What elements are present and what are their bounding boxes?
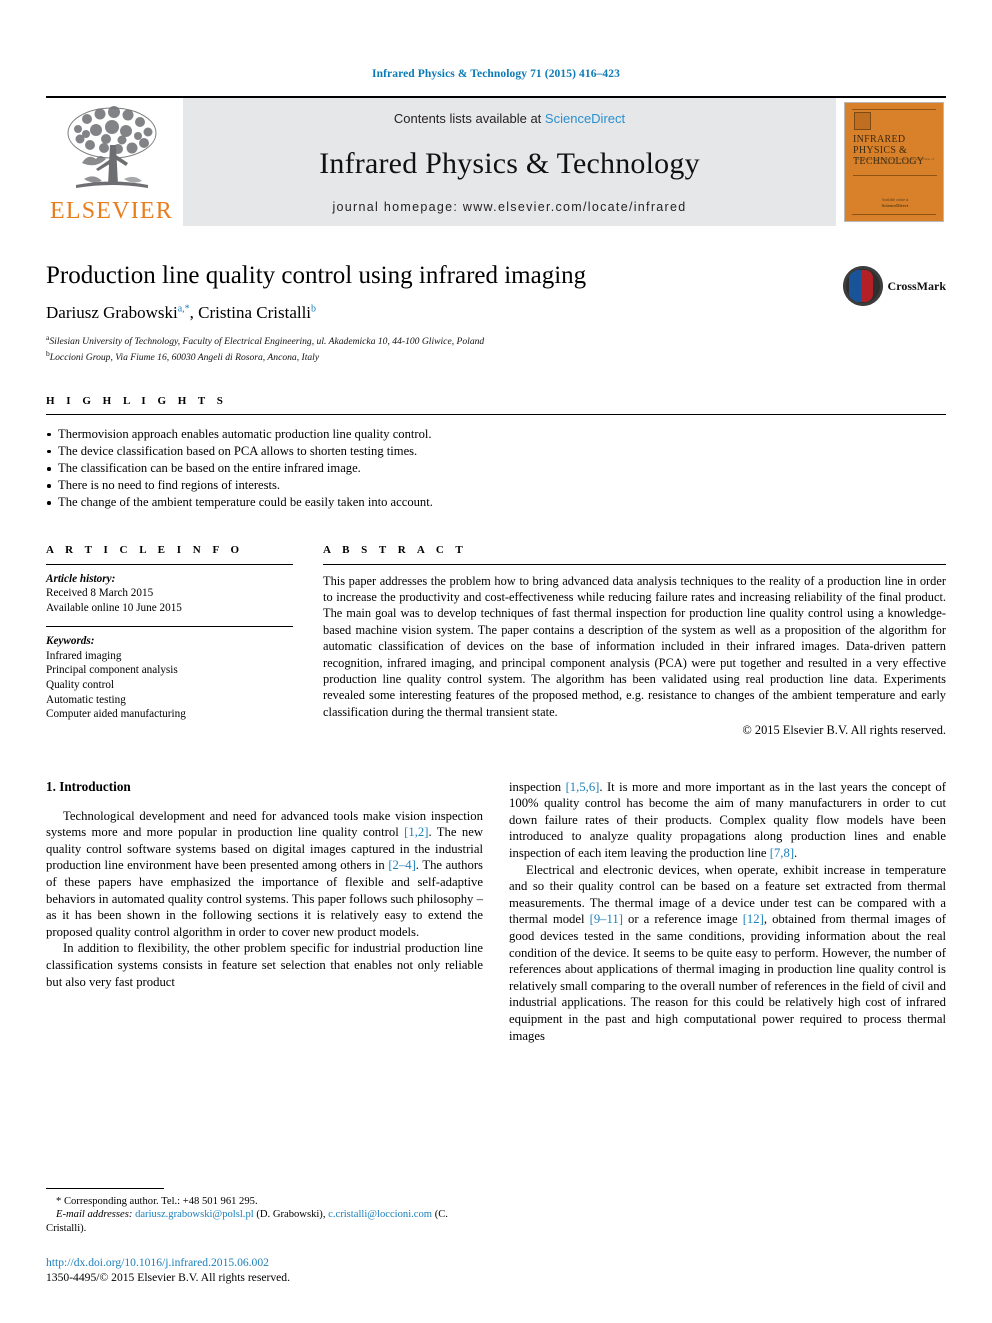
keywords-label: Keywords: bbox=[46, 635, 95, 648]
crossmark-badge[interactable]: CrossMark bbox=[842, 264, 946, 308]
highlights-heading: H I G H L I G H T S bbox=[46, 394, 228, 407]
citation-link[interactable]: [12] bbox=[743, 912, 764, 926]
body-column-left: 1. Introduction Technological developmen… bbox=[46, 779, 483, 1045]
corresponding-author-note: * Corresponding author. Tel.: +48 501 96… bbox=[56, 1195, 258, 1207]
paragraph-text: , obtained from thermal images of good d… bbox=[509, 912, 946, 1043]
journal-cover-thumb: INFRARED PHYSICS & TECHNOLOGY an interna… bbox=[844, 98, 946, 226]
journal-masthead: ELSEVIER Contents lists available at Sci… bbox=[46, 96, 946, 226]
paragraph: In addition to flexibility, the other pr… bbox=[46, 940, 483, 990]
email-label: E-mail addresses: bbox=[56, 1209, 133, 1221]
abstract-text: This paper addresses the problem how to … bbox=[323, 573, 946, 719]
page-title: Production line quality control using in… bbox=[46, 262, 587, 289]
info-abstract-section: A R T I C L E I N F O Article history: R… bbox=[46, 544, 946, 739]
cover-subtitle: an international journal for the science… bbox=[856, 157, 934, 166]
citation-link[interactable]: [1,2] bbox=[404, 825, 428, 839]
doi-link[interactable]: http://dx.doi.org/10.1016/j.infrared.201… bbox=[46, 1255, 483, 1270]
cover-footer: Available online at ScienceDirect bbox=[854, 198, 936, 209]
author-list: Dariusz Grabowskia,*, Cristina Cristalli… bbox=[46, 303, 946, 323]
list-item: The device classification based on PCA a… bbox=[46, 443, 946, 460]
article-info-heading: A R T I C L E I N F O bbox=[46, 543, 244, 556]
section-heading-introduction: 1. Introduction bbox=[46, 778, 131, 794]
paragraph: Electrical and electronic devices, when … bbox=[509, 862, 946, 1045]
contents-prefix: Contents lists available at bbox=[393, 111, 542, 126]
journal-cover-image: INFRARED PHYSICS & TECHNOLOGY an interna… bbox=[844, 102, 944, 222]
paragraph-text: or a reference image bbox=[622, 912, 743, 927]
list-item: There is no need to find regions of inte… bbox=[46, 477, 946, 494]
masthead-center: Contents lists available at ScienceDirec… bbox=[183, 98, 836, 226]
article-history-item: Received 8 March 2015 bbox=[46, 587, 154, 600]
email-link[interactable]: c.cristalli@loccioni.com bbox=[328, 1209, 432, 1220]
journal-title: Infrared Physics & Technology bbox=[319, 147, 700, 180]
affiliation-text: Loccioni Group, Via Fiume 16, 60030 Ange… bbox=[49, 352, 320, 364]
elsevier-tree-icon bbox=[67, 106, 156, 188]
keyword-item: Principal component analysis bbox=[46, 664, 178, 677]
publisher-logo: ELSEVIER bbox=[46, 98, 177, 226]
crossmark-label: CrossMark bbox=[887, 278, 946, 293]
email-link[interactable]: dariusz.grabowski@polsl.pl bbox=[135, 1209, 254, 1220]
paragraph: Technological development and need for a… bbox=[46, 808, 483, 941]
keyword-item: Computer aided manufacturing bbox=[46, 708, 186, 721]
paragraph-text: In addition to flexibility, the other pr… bbox=[46, 941, 483, 989]
title-block: CrossMark Production line quality contro… bbox=[46, 262, 946, 365]
elsevier-wordmark: ELSEVIER bbox=[50, 198, 173, 224]
paragraph-text: inspection bbox=[509, 779, 566, 794]
article-page: Infrared Physics & Technology 71 (2015) … bbox=[0, 0, 992, 1323]
footnote-divider bbox=[46, 1187, 164, 1189]
body-column-right: inspection [1,5,6]. It is more and more … bbox=[509, 779, 946, 1045]
body-columns: 1. Introduction Technological developmen… bbox=[46, 779, 946, 1045]
citation-link[interactable]: [9–11] bbox=[590, 912, 623, 926]
cover-footer-brand: ScienceDirect bbox=[881, 203, 909, 208]
contents-lists-line: Contents lists available at ScienceDirec… bbox=[394, 111, 625, 126]
affiliation-text: Silesian University of Technology, Facul… bbox=[49, 336, 485, 348]
article-history-label: Article history: bbox=[46, 572, 116, 585]
copyright-line: © 2015 Elsevier B.V. All rights reserved… bbox=[742, 723, 946, 738]
author-name: Cristina Cristalli bbox=[198, 302, 312, 322]
keyword-item: Infrared imaging bbox=[46, 649, 122, 662]
highlights-list: Thermovision approach enables automatic … bbox=[46, 426, 946, 512]
citation-link[interactable]: [2–4] bbox=[388, 858, 415, 872]
paragraph-text: . bbox=[794, 845, 798, 860]
abstract-heading: A B S T R A C T bbox=[323, 543, 468, 556]
paragraph: inspection [1,5,6]. It is more and more … bbox=[509, 779, 946, 862]
issn-copyright-line: 1350-4495/© 2015 Elsevier B.V. All right… bbox=[46, 1271, 290, 1284]
citation-link[interactable]: [7,8] bbox=[770, 846, 794, 860]
list-item: Thermovision approach enables automatic … bbox=[46, 426, 946, 443]
article-info-column: A R T I C L E I N F O Article history: R… bbox=[46, 544, 293, 739]
citation-link[interactable]: [1,5,6] bbox=[566, 780, 600, 794]
list-item: The classification can be based on the e… bbox=[46, 460, 946, 477]
author-marks: a,* bbox=[177, 303, 190, 315]
highlights-section: H I G H L I G H T S Thermovision approac… bbox=[46, 395, 946, 512]
email-owner: (D. Grabowski) bbox=[256, 1209, 323, 1221]
author-marks: b bbox=[311, 303, 317, 315]
affiliation: aSilesian University of Technology, Facu… bbox=[46, 332, 946, 348]
authors-separator: , bbox=[189, 302, 199, 322]
article-history-item: Available online 10 June 2015 bbox=[46, 601, 182, 614]
sciencedirect-link[interactable]: ScienceDirect bbox=[545, 111, 625, 126]
footnote-block: * Corresponding author. Tel.: +48 501 96… bbox=[46, 1187, 483, 1285]
abstract-column: A B S T R A C T This paper addresses the… bbox=[323, 544, 946, 739]
keyword-item: Automatic testing bbox=[46, 693, 126, 706]
list-item: The change of the ambient temperature co… bbox=[46, 494, 946, 511]
author-name: Dariusz Grabowski bbox=[46, 302, 178, 322]
email-addresses-note: E-mail addresses: dariusz.grabowski@pols… bbox=[46, 1209, 448, 1234]
affiliation: bLoccioni Group, Via Fiume 16, 60030 Ang… bbox=[46, 348, 946, 364]
running-head: Infrared Physics & Technology 71 (2015) … bbox=[372, 68, 620, 80]
cover-elsevier-logo-icon bbox=[854, 112, 871, 130]
journal-homepage-line[interactable]: journal homepage: www.elsevier.com/locat… bbox=[332, 200, 686, 214]
crossmark-icon bbox=[842, 266, 883, 306]
cover-footer-small: Available online at bbox=[881, 198, 909, 202]
keyword-item: Quality control bbox=[46, 678, 115, 691]
